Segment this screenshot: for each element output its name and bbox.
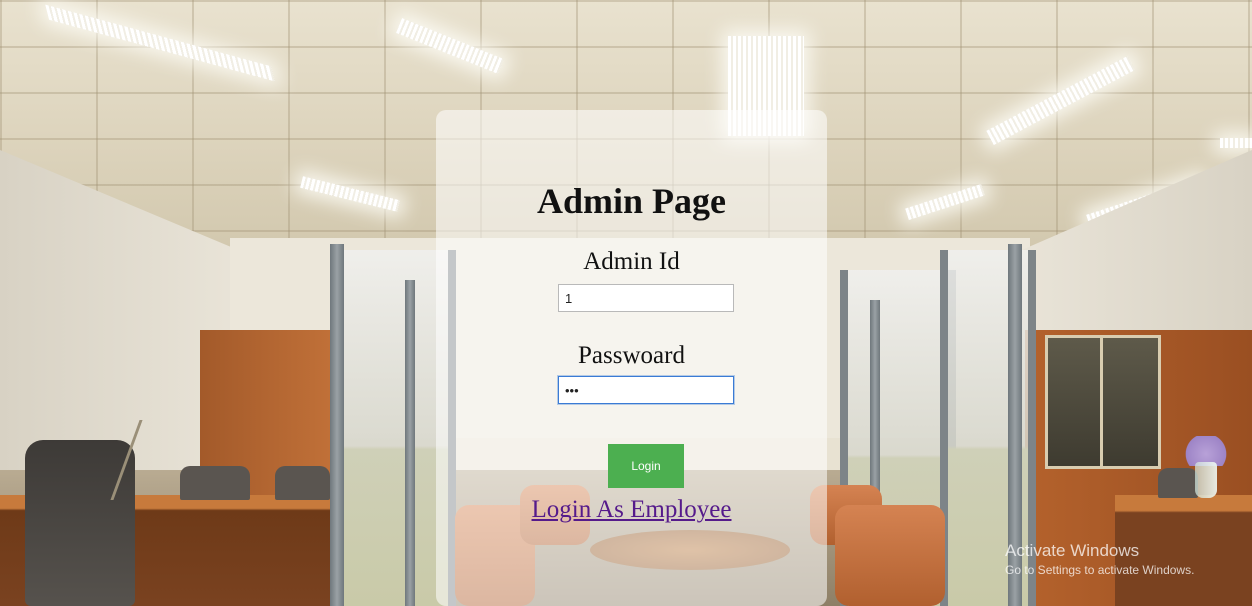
partition-post xyxy=(405,280,415,606)
login-panel: Admin Page Admin Id Passwoard Login Logi… xyxy=(436,110,827,606)
bookcase xyxy=(1045,335,1161,469)
office-chair xyxy=(180,466,250,500)
page-title: Admin Page xyxy=(537,181,726,221)
office-chair xyxy=(1158,468,1198,498)
partition-post xyxy=(330,244,344,606)
admin-id-label: Admin Id xyxy=(583,248,680,275)
password-label: Passwoard xyxy=(578,342,685,369)
activate-windows-watermark: Activate Windows Go to Settings to activ… xyxy=(1005,540,1245,578)
office-chair xyxy=(275,466,330,500)
watermark-subtitle: Go to Settings to activate Windows. xyxy=(1005,563,1195,577)
office-chair xyxy=(25,440,135,606)
password-input[interactable] xyxy=(558,376,734,404)
flower-vase xyxy=(1195,462,1217,498)
admin-id-input[interactable] xyxy=(558,284,734,312)
ceiling-light xyxy=(1220,138,1252,148)
login-button[interactable]: Login xyxy=(608,444,684,488)
meeting-chair xyxy=(835,505,945,606)
login-as-employee-link[interactable]: Login As Employee xyxy=(436,496,827,524)
watermark-title: Activate Windows xyxy=(1005,541,1140,560)
